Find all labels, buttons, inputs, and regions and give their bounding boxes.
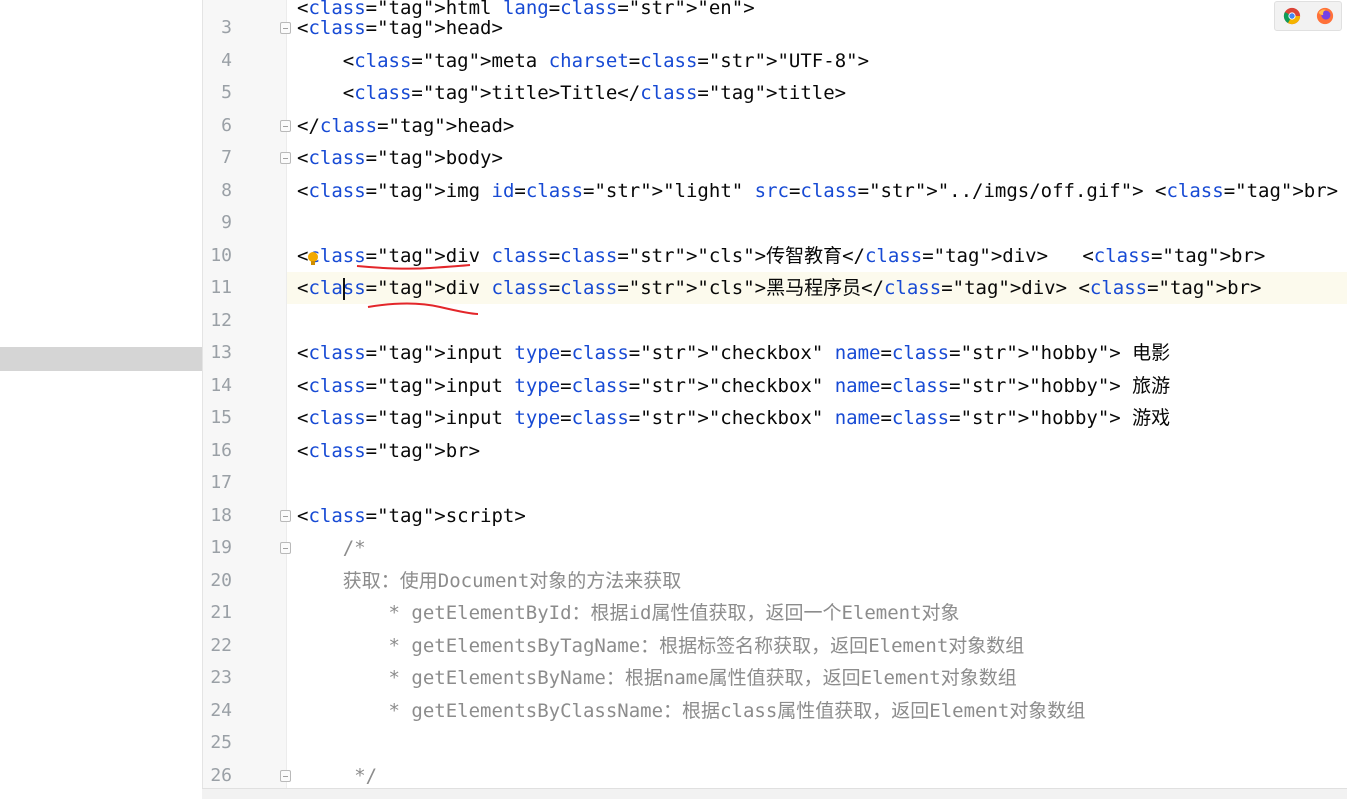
code-line[interactable]: * getElementsByClassName：根据class属性值获取，返回… [297,695,1086,727]
code-line[interactable]: <class="tag">div class=class="str">"cls"… [297,272,1262,304]
fold-marker-icon[interactable] [280,152,291,164]
line-number: 12 [210,310,232,331]
firefox-icon[interactable] [1316,7,1334,25]
line-number: 20 [210,570,232,591]
code-line[interactable]: <class="tag">input type=class="str">"che… [297,370,1170,402]
line-number: 15 [210,407,232,428]
line-number: 14 [210,375,232,396]
code-line[interactable]: <class="tag">input type=class="str">"che… [297,402,1170,434]
text-caret [343,278,345,300]
line-number: 25 [210,732,232,753]
line-number: 4 [221,50,232,71]
code-line[interactable]: <class="tag">script> [297,500,526,532]
code-line[interactable]: * getElementsByTagName：根据标签名称获取，返回Elemen… [297,630,1025,662]
code-line[interactable]: 获取：使用Document对象的方法来获取 [297,565,682,597]
fold-marker-icon[interactable] [280,542,291,554]
line-number: 7 [221,147,232,168]
intention-bulb-icon[interactable] [307,252,319,266]
line-number: 8 [221,180,232,201]
line-number: 5 [221,82,232,103]
line-number: 21 [210,602,232,623]
chrome-icon[interactable] [1283,7,1301,25]
line-number: 17 [210,472,232,493]
code-line[interactable]: <class="tag">input type=class="str">"che… [297,337,1170,369]
code-line[interactable]: <class="tag">br> [297,435,480,467]
code-line[interactable]: /* [297,532,366,564]
line-number: 16 [210,440,232,461]
line-number: 24 [210,700,232,721]
line-number: 23 [210,667,232,688]
fold-marker-icon[interactable] [280,22,291,34]
line-number: 19 [210,537,232,558]
left-panel [0,0,202,799]
code-line[interactable]: * getElementsByName：根据name属性值获取，返回Elemen… [297,662,1017,694]
line-number: 10 [210,245,232,266]
code-line[interactable]: <class="tag">body> [297,142,503,174]
fold-marker-icon[interactable] [280,510,291,522]
line-number: 22 [210,635,232,656]
fold-marker-icon[interactable] [280,120,291,132]
line-number: 11 [210,277,232,298]
browser-preview-icons [1274,1,1342,31]
line-number: 3 [221,17,232,38]
code-line[interactable]: <class="tag">head> [297,12,503,44]
line-number: 13 [210,342,232,363]
line-number: 9 [221,212,232,233]
code-line[interactable]: * getElementById：根据id属性值获取，返回一个Element对象 [297,597,960,629]
line-number: 18 [210,505,232,526]
code-line[interactable]: <class="tag">img id=class="str">"light" … [297,175,1338,207]
code-line[interactable]: </class="tag">head> [297,110,514,142]
code-line[interactable]: <class="tag">title>Title</class="tag">ti… [297,77,846,109]
code-line[interactable]: <class="tag">div class=class="str">"cls"… [297,240,1265,272]
editor-bottom-bar [202,788,1347,799]
fold-marker-icon[interactable] [280,770,291,782]
code-line[interactable]: <class="tag">meta charset=class="str">"U… [297,45,869,77]
line-number: 6 [221,115,232,136]
left-panel-selected-row[interactable] [0,347,202,371]
